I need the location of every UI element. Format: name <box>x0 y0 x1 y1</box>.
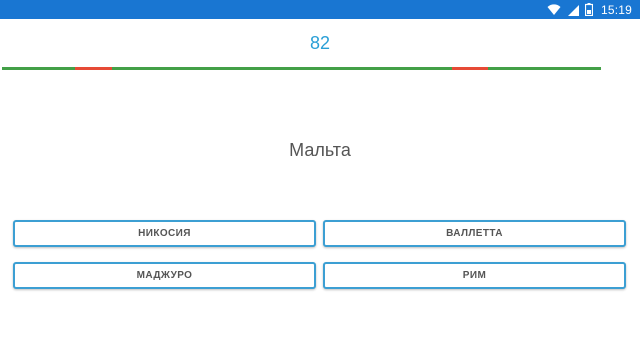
answer-button-4[interactable]: РИМ <box>323 262 626 289</box>
status-icons: 15:19 <box>547 0 632 19</box>
progress-segment <box>2 67 75 70</box>
progress-segment <box>75 67 112 70</box>
progress-segment <box>452 67 488 70</box>
wifi-icon <box>547 3 561 16</box>
quiz-screen: 15:19 82 Мальта НИКОСИЯ ВАЛЛЕТТА МАДЖУРО… <box>0 0 640 360</box>
status-time: 15:19 <box>600 2 632 17</box>
battery-icon <box>584 3 593 16</box>
answer-button-3[interactable]: МАДЖУРО <box>13 262 316 289</box>
progress-segment <box>112 67 452 70</box>
answer-button-1[interactable]: НИКОСИЯ <box>13 220 316 247</box>
question-country: Мальта <box>289 140 351 160</box>
score-counter: 82 <box>309 33 331 53</box>
progress-segment <box>488 67 601 70</box>
answer-options: НИКОСИЯ ВАЛЛЕТТА МАДЖУРО РИМ <box>13 220 627 289</box>
status-bar: 15:19 <box>0 0 640 19</box>
answer-button-2[interactable]: ВАЛЛЕТТА <box>323 220 626 247</box>
answer-progress-bar <box>2 67 601 70</box>
cellular-signal-icon <box>567 4 579 16</box>
